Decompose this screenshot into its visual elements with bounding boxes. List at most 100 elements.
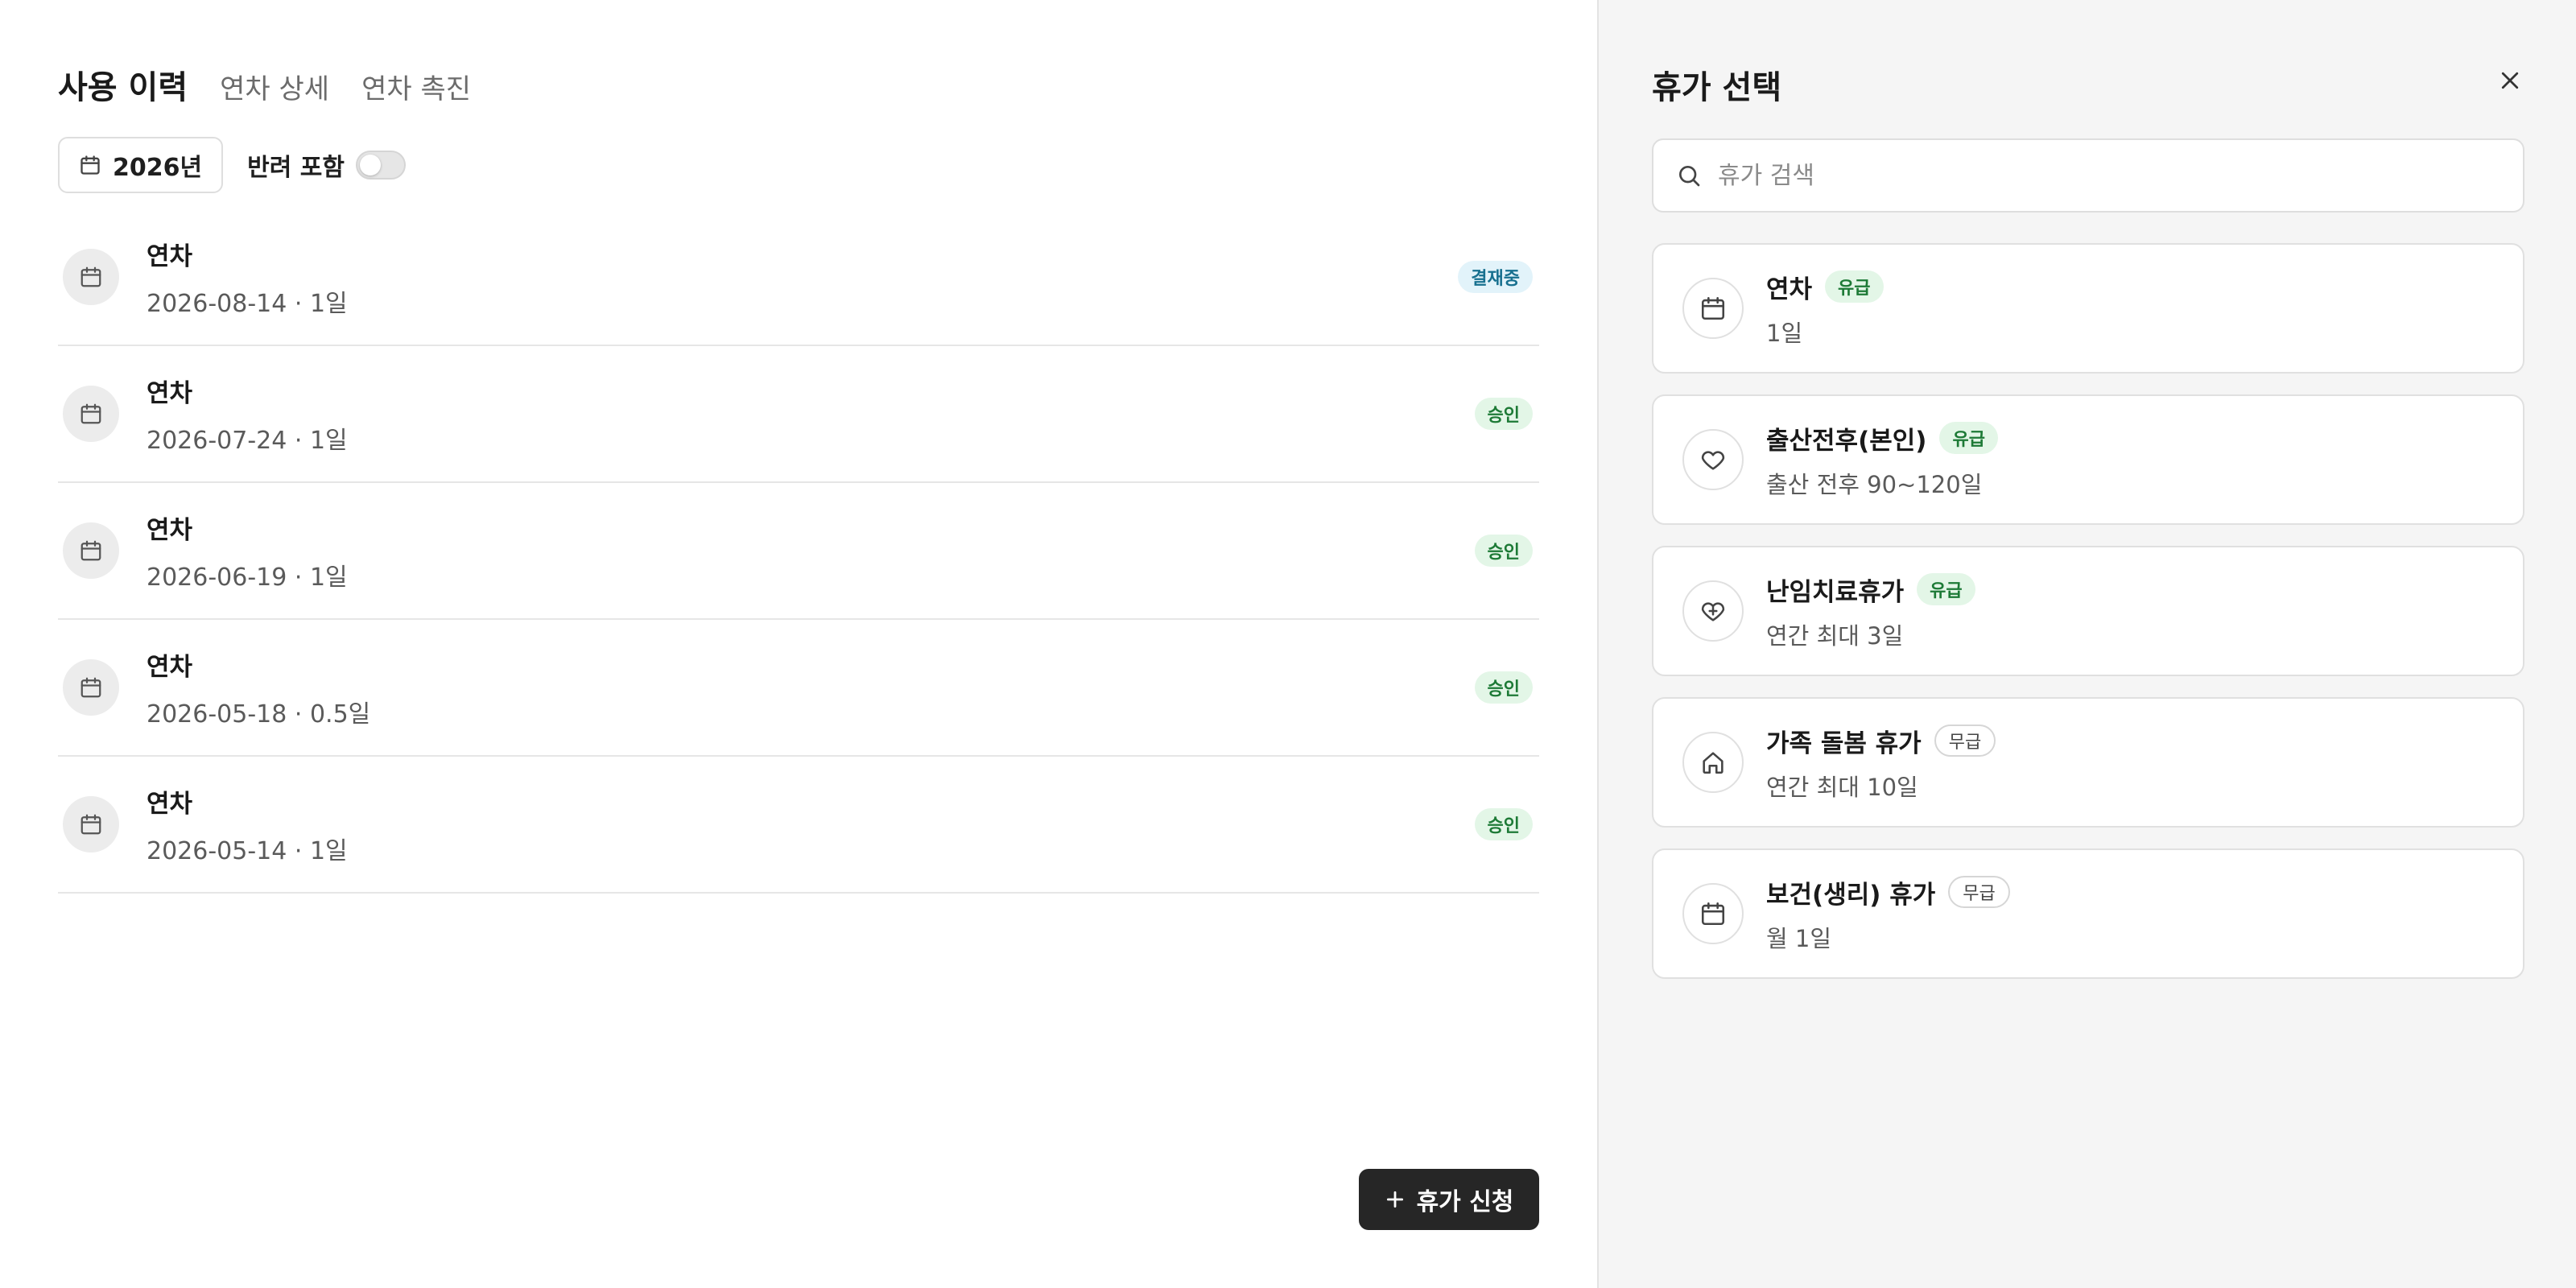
history-subtitle: 2026-05-18 · 0.5일 [147, 700, 371, 729]
status-badge: 승인 [1474, 535, 1533, 567]
filter-bar: 2026년 반려 포함 [58, 137, 406, 193]
pet-include-label: 반려 포함 [247, 154, 345, 182]
calendar-icon [80, 677, 101, 698]
leave-type-card[interactable]: 출산전후(본인) 유급출산 전후 90~120일 [1652, 394, 2524, 525]
history-row[interactable]: 연차 2026-06-19 · 1일 승인 [58, 483, 1539, 620]
leave-type-list: 연차 유급 1일 출산전후(본인) 유급 출산 전후 90~120일 난임치료휴가 유급 연간 … [1652, 243, 2524, 1000]
apply-leave-button[interactable]: 휴가 신청 [1359, 1169, 1539, 1230]
leave-card-text: 가족 돌봄 휴가 무급연간 최대 10일 [1766, 723, 1996, 803]
pet-include-toggle[interactable] [355, 151, 406, 180]
history-subtitle: 2026-05-14 · 1일 [147, 836, 348, 865]
history-row-text: 연차 2026-05-18 · 0.5일 [147, 646, 370, 729]
leave-card-title-row: 출산전후(본인) 유급 [1766, 420, 1998, 456]
leave-card-description: 출산 전후 90~120일 [1766, 470, 1983, 498]
history-title: 연차 [147, 652, 193, 682]
status-badge: 승인 [1474, 398, 1533, 430]
history-row-text: 연차 2026-06-19 · 1일 [147, 510, 348, 592]
history-row[interactable]: 연차 2026-05-18 · 0.5일 승인 [58, 620, 1539, 757]
tab-annual-leave-detail[interactable]: 연차 상세 [220, 67, 329, 106]
history-row-text: 연차 2026-05-14 · 1일 [147, 783, 348, 866]
leave-card-title: 난임치료휴가 [1766, 577, 1905, 607]
history-subtitle: 2026-06-19 · 1일 [147, 563, 348, 592]
tab-usage-history[interactable]: 사용 이력 [58, 61, 188, 108]
calendar-icon [80, 266, 101, 287]
leave-card-description: 연간 최대 10일 [1766, 773, 1918, 801]
calendar-icon [80, 814, 101, 835]
leave-card-description: 연간 최대 3일 [1766, 621, 1904, 650]
apply-leave-label: 휴가 신청 [1416, 1188, 1514, 1216]
status-badge: 결재중 [1458, 261, 1533, 293]
status-badge: 승인 [1474, 671, 1533, 704]
leave-card-title-row: 가족 돌봄 휴가 무급 [1766, 723, 1996, 759]
leave-card-description: 월 1일 [1766, 924, 1832, 952]
history-title: 연차 [147, 789, 193, 819]
year-label: 2026년 [113, 154, 203, 182]
search-icon [1679, 166, 1700, 187]
history-title: 연차 [147, 515, 193, 545]
panel-title: 휴가 선택 [1652, 69, 1782, 106]
leave-card-title: 보건(생리) 휴가 [1766, 880, 1936, 910]
leave-type-icon [63, 386, 119, 442]
heart-icon [1701, 451, 1725, 470]
leave-card-title: 출산전후(본인) [1766, 426, 1927, 456]
history-list: 연차 2026-08-14 · 1일 결재중 연차 2026-07-24 · 1일 승인 연… [58, 209, 1539, 894]
search-input[interactable] [1718, 161, 2491, 190]
calendar-icon [80, 540, 101, 561]
tab-annual-leave-promotion[interactable]: 연차 촉진 [361, 67, 471, 106]
leave-card-icon [1682, 883, 1744, 944]
leave-type-card[interactable]: 난임치료휴가 유급연간 최대 3일 [1652, 546, 2524, 676]
calendar-icon [1701, 296, 1725, 320]
leave-card-text: 연차 유급 1일 [1766, 269, 1884, 349]
pay-badge: 무급 [1934, 724, 1996, 757]
leave-card-icon [1682, 732, 1744, 793]
leave-card-description: 1일 [1766, 319, 1803, 347]
pay-badge: 유급 [1939, 422, 1998, 454]
heart-plus-icon [1701, 602, 1725, 621]
leave-card-text: 보건(생리) 휴가 무급월 1일 [1766, 874, 2010, 954]
leave-card-icon [1682, 580, 1744, 642]
leave-type-card[interactable]: 연차 유급 1일 [1652, 243, 2524, 374]
leave-card-title: 가족 돌봄 휴가 [1766, 729, 1922, 758]
pet-include-filter: 반려 포함 [247, 147, 406, 183]
pay-badge: 유급 [1825, 270, 1884, 303]
leave-card-icon [1682, 429, 1744, 490]
calendar-icon [80, 155, 100, 175]
year-select-button[interactable]: 2026년 [58, 137, 224, 193]
history-title: 연차 [147, 378, 193, 408]
pay-badge: 유급 [1917, 573, 1975, 605]
leave-card-title: 연차 [1766, 275, 1813, 304]
history-row-text: 연차 2026-08-14 · 1일 [147, 236, 348, 319]
history-title: 연차 [147, 242, 193, 271]
leave-select-panel: 휴가 선택 연차유급1일출산전후(본인)유급출산 전후 90~120일난임치료휴… [1597, 0, 2576, 1288]
search-box [1652, 138, 2524, 213]
leave-history-pane: 사용 이력 연차 상세 연차 촉진 2026년 반려 포함 연차 2026-08-… [0, 0, 1597, 1288]
leave-type-icon [63, 522, 119, 579]
leave-type-icon [63, 249, 119, 305]
tab-bar: 사용 이력 연차 상세 연차 촉진 [58, 61, 471, 108]
toggle-knob [359, 155, 381, 175]
close-icon [2501, 72, 2519, 89]
leave-type-icon [63, 659, 119, 716]
leave-card-text: 난임치료휴가 유급연간 최대 3일 [1766, 572, 1975, 651]
history-subtitle: 2026-07-24 · 1일 [147, 426, 348, 455]
leave-type-card[interactable]: 가족 돌봄 휴가 무급연간 최대 10일 [1652, 697, 2524, 828]
pay-badge: 무급 [1948, 876, 2010, 908]
leave-card-icon [1682, 278, 1744, 339]
leave-card-title-row: 난임치료휴가 유급 [1766, 572, 1975, 608]
plus-icon [1386, 1191, 1403, 1208]
calendar-icon [80, 403, 101, 424]
history-row[interactable]: 연차 2026-08-14 · 1일 결재중 [58, 209, 1539, 346]
home-icon [1703, 752, 1724, 774]
history-row[interactable]: 연차 2026-05-14 · 1일 승인 [58, 757, 1539, 894]
close-button[interactable] [2494, 64, 2526, 97]
leave-type-icon [63, 796, 119, 852]
leave-card-text: 출산전후(본인) 유급출산 전후 90~120일 [1766, 420, 1998, 500]
leave-card-title-row: 보건(생리) 휴가 무급 [1766, 874, 2010, 910]
history-subtitle: 2026-08-14 · 1일 [147, 289, 348, 318]
leave-card-title-row: 연차 유급 [1766, 269, 1884, 305]
calendar-icon [1701, 902, 1725, 926]
history-row[interactable]: 연차 2026-07-24 · 1일 승인 [58, 346, 1539, 483]
leave-type-card[interactable]: 보건(생리) 휴가 무급월 1일 [1652, 848, 2524, 979]
status-badge: 승인 [1474, 808, 1533, 840]
history-row-text: 연차 2026-07-24 · 1일 [147, 373, 348, 456]
